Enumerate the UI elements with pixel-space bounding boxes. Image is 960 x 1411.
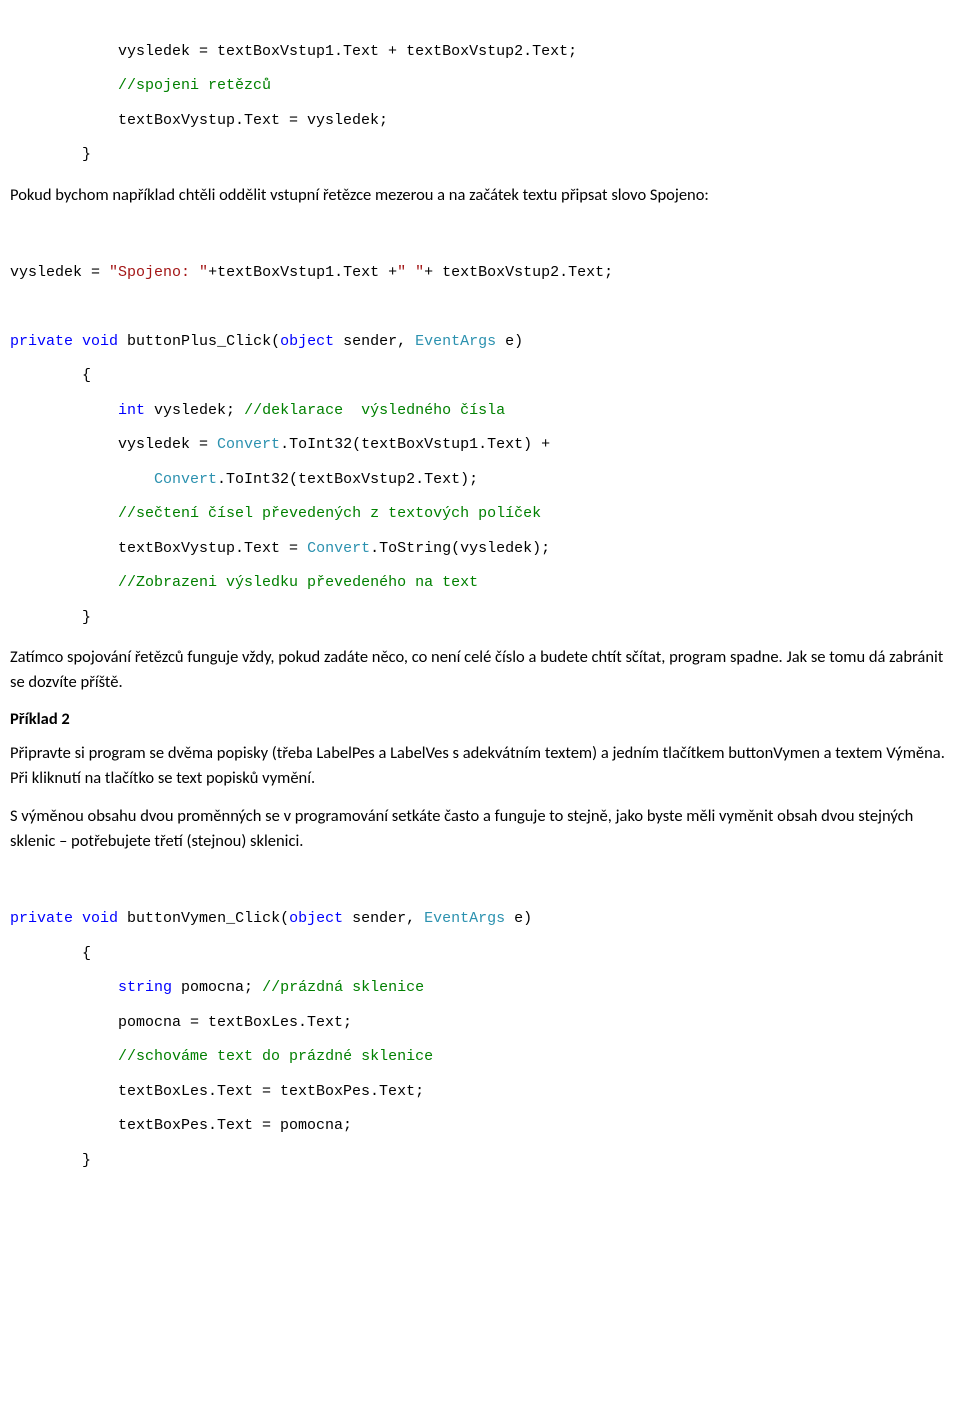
code-text (10, 471, 154, 488)
code-text: +textBoxVstup1.Text + (208, 264, 397, 281)
code-text: sender, (334, 333, 415, 350)
code-block-4: private void buttonVymen_Click(object se… (10, 868, 950, 1179)
code-type: EventArgs (424, 910, 505, 927)
code-text: vysledek; (145, 402, 244, 419)
code-text: + textBoxVstup2.Text; (424, 264, 613, 281)
code-text: vysledek = (10, 436, 217, 453)
code-type: EventArgs (415, 333, 496, 350)
code-text: .ToString(vysledek); (370, 540, 550, 557)
code-line: textBoxLes.Text = textBoxPes.Text; (10, 1083, 424, 1100)
code-text: pomocna; (172, 979, 262, 996)
code-comment: //deklarace výsledného čísla (244, 402, 505, 419)
code-keyword: object (280, 333, 334, 350)
code-string: "Spojeno: " (109, 264, 208, 281)
code-comment: //spojeni retězců (118, 77, 271, 94)
code-comment: //Zobrazeni výsledku převedeného na text (118, 574, 478, 591)
code-comment: //sečtení čísel převedených z textových … (118, 505, 541, 522)
code-text: e) (496, 333, 523, 350)
code-text (10, 574, 118, 591)
code-line: } (10, 1152, 91, 1169)
code-text: textBoxVystup.Text = (10, 540, 307, 557)
code-keyword: object (289, 910, 343, 927)
code-text (10, 402, 118, 419)
code-string: " " (397, 264, 424, 281)
code-text: e) (505, 910, 532, 927)
code-type: Convert (154, 471, 217, 488)
code-text (10, 979, 118, 996)
code-line: pomocna = textBoxLes.Text; (10, 1014, 352, 1031)
code-text: sender, (343, 910, 424, 927)
code-line: } (10, 609, 91, 626)
code-keyword: private (10, 910, 73, 927)
code-line: { (10, 945, 91, 962)
paragraph: Připravte si program se dvěma popisky (t… (10, 741, 950, 791)
code-block-2: vysledek = "Spojeno: "+textBoxVstup1.Tex… (10, 221, 950, 290)
code-text (10, 505, 118, 522)
code-line: } (10, 146, 91, 163)
code-line: vysledek = textBoxVstup1.Text + textBoxV… (10, 43, 577, 60)
code-text: .ToInt32(textBoxVstup2.Text); (217, 471, 478, 488)
heading-example-2: Příklad 2 (10, 709, 950, 729)
code-block-3: private void buttonPlus_Click(object sen… (10, 290, 950, 635)
code-keyword: private (10, 333, 73, 350)
code-keyword: void (82, 333, 118, 350)
code-type: Convert (217, 436, 280, 453)
code-text: buttonPlus_Click( (118, 333, 280, 350)
code-line (10, 77, 118, 94)
paragraph: S výměnou obsahu dvou proměnných se v pr… (10, 804, 950, 854)
code-keyword: void (82, 910, 118, 927)
code-comment: //prázdná sklenice (262, 979, 424, 996)
paragraph: Pokud bychom například chtěli oddělit vs… (10, 183, 950, 208)
code-text: .ToInt32(textBoxVstup1.Text) + (280, 436, 559, 453)
code-keyword: string (118, 979, 172, 996)
paragraph: Zatímco spojování řetězců funguje vždy, … (10, 645, 950, 695)
code-text: buttonVymen_Click( (118, 910, 289, 927)
code-line: { (10, 367, 91, 384)
code-line: textBoxPes.Text = pomocna; (10, 1117, 352, 1134)
code-type: Convert (307, 540, 370, 557)
code-line: textBoxVystup.Text = vysledek; (10, 112, 388, 129)
code-comment: //schováme text do prázdné sklenice (118, 1048, 433, 1065)
code-text (10, 1048, 118, 1065)
code-text: vysledek = (10, 264, 109, 281)
code-block-1: vysledek = textBoxVstup1.Text + textBoxV… (10, 0, 950, 173)
code-keyword: int (118, 402, 145, 419)
